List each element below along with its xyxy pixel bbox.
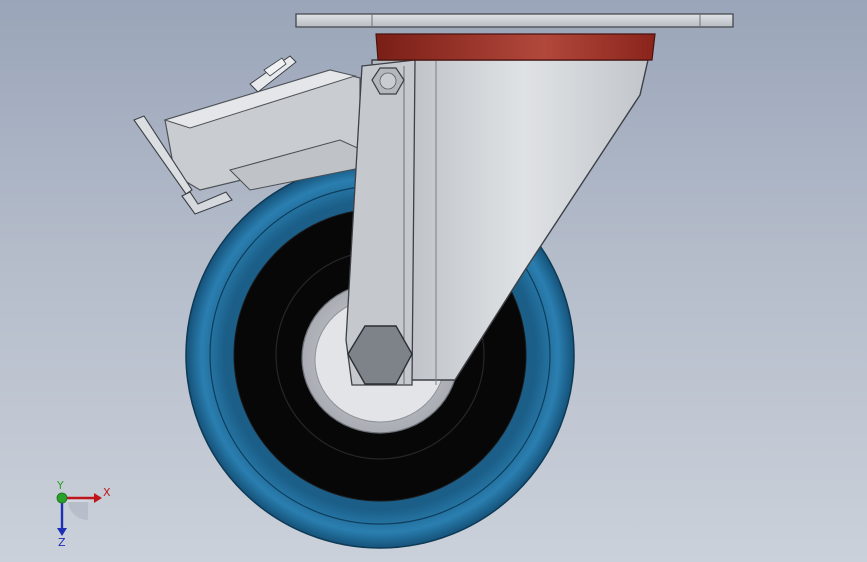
y-axis-point (56, 492, 68, 504)
x-axis-label: X (103, 486, 111, 499)
caster-model[interactable] (0, 0, 867, 562)
mounting-top-plate[interactable] (295, 13, 734, 28)
z-axis-label: Z (58, 536, 66, 549)
brake-lever-hook (181, 191, 233, 215)
y-axis-label: Y (56, 480, 64, 492)
swivel-bearing-ring (375, 33, 656, 61)
view-triad-icon[interactable]: X Y Z (40, 479, 120, 550)
triad-shadow (68, 502, 88, 521)
z-axis-arrowhead (57, 528, 67, 536)
x-axis-arrowhead (94, 493, 102, 503)
graphics-viewport[interactable]: X Y Z (0, 0, 867, 562)
